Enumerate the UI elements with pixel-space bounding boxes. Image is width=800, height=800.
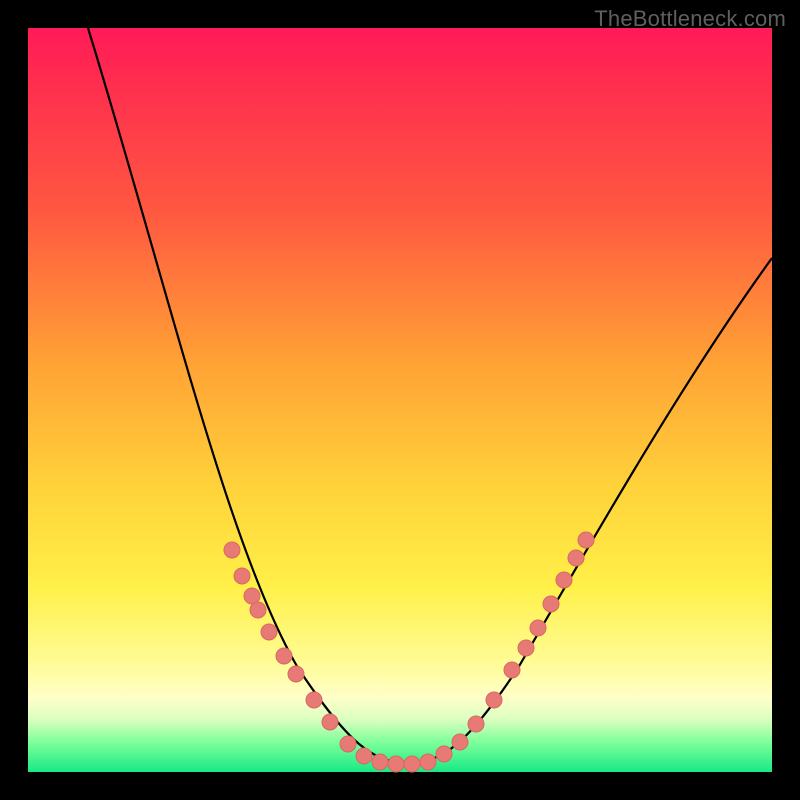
chart-svg xyxy=(28,28,772,772)
chart-plot-area xyxy=(28,28,772,772)
data-dot xyxy=(234,568,250,584)
data-dot xyxy=(452,734,468,750)
data-dot xyxy=(340,736,356,752)
data-dot xyxy=(530,620,546,636)
watermark-text: TheBottleneck.com xyxy=(594,6,786,32)
data-dot xyxy=(420,754,436,770)
data-dot xyxy=(356,748,372,764)
data-dot xyxy=(250,602,266,618)
data-dot xyxy=(468,716,484,732)
data-dot xyxy=(261,624,277,640)
data-dot xyxy=(224,542,240,558)
dot-layer xyxy=(224,532,594,772)
data-dot xyxy=(288,666,304,682)
data-dot xyxy=(556,572,572,588)
data-dot xyxy=(543,596,559,612)
data-dot xyxy=(504,662,520,678)
data-dot xyxy=(306,692,322,708)
data-dot xyxy=(372,754,388,770)
data-dot xyxy=(578,532,594,548)
data-dot xyxy=(436,746,452,762)
data-dot xyxy=(568,550,584,566)
data-dot xyxy=(322,714,338,730)
data-dot xyxy=(388,756,404,772)
data-dot xyxy=(518,640,534,656)
data-dot xyxy=(404,756,420,772)
data-dot xyxy=(486,692,502,708)
bottleneck-curve xyxy=(88,28,772,763)
data-dot xyxy=(276,648,292,664)
chart-frame: TheBottleneck.com xyxy=(0,0,800,800)
